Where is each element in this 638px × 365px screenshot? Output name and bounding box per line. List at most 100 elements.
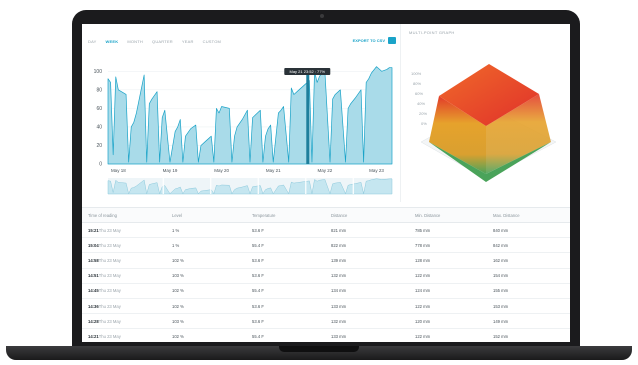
min-distance-cell: 128 mm: [415, 257, 431, 263]
tooltip-text: May 21 23:52 : 77%: [289, 69, 325, 74]
temperature-cell: 53.6 F: [252, 273, 264, 279]
time-value: 14:36: [88, 303, 99, 309]
level-cell: 103 %: [172, 273, 184, 279]
min-distance-cell: 778 mm: [415, 242, 431, 248]
time-cell: 14:28Thu 23 May: [82, 319, 166, 324]
y-tick-label: 100: [94, 69, 103, 75]
date-value: Thu 23 May: [98, 333, 121, 339]
level-chart-panel: DAY WEEK MONTH QUARTER YEAR CUSTOM EXPOR…: [82, 24, 400, 202]
level-cell: 102 %: [172, 288, 184, 294]
table-body: 15:21Thu 23 May 1 % 53.6 F 821 mm 785 mm 840 …: [82, 223, 570, 342]
distance-cell: 822 mm: [331, 242, 347, 248]
export-icon: [388, 37, 396, 44]
y-tick-label: 60: [96, 106, 102, 112]
table-row[interactable]: 14:45Thu 23 May 102 % 55.4 F 134 mm 124 mm 15…: [82, 284, 570, 299]
tab-year[interactable]: YEAR: [182, 39, 194, 44]
level-cell: 103 %: [172, 318, 184, 324]
tab-quarter[interactable]: QUARTER: [152, 39, 173, 44]
date-value: Thu 23 May: [98, 257, 121, 263]
time-value: 14:28: [88, 318, 99, 324]
date-value: Thu 23 May: [98, 273, 121, 279]
screen: DAY WEEK MONTH QUARTER YEAR CUSTOM EXPOR…: [82, 24, 570, 342]
x-tick-label: May 18: [111, 168, 126, 173]
level-area-chart[interactable]: 100 80 60 40 20 0 May 21 23:52 : 77% May 18 May …: [82, 52, 400, 202]
time-cell: 15:04Thu 23 May: [82, 243, 166, 248]
table-row[interactable]: 14:21Thu 23 May 102 % 55.4 F 133 mm 122 mm 15…: [82, 329, 570, 342]
header-min-distance[interactable]: Min. Distance: [409, 213, 487, 218]
time-value: 14:58: [88, 257, 99, 263]
surface-chart[interactable]: 100% 80% 60% 40% 20% 0%: [401, 24, 570, 202]
z-tick-label: 0%: [421, 121, 427, 126]
header-level[interactable]: Level: [166, 213, 246, 218]
table-row[interactable]: 14:36Thu 23 May 102 % 53.6 F 133 mm 122 mm 15…: [82, 299, 570, 315]
series-area: [107, 66, 393, 165]
multi-point-panel: MULTI-POINT GRAPH 100% 80% 60% 40% 20% 0%: [400, 24, 570, 202]
time-cell: 14:45Thu 23 May: [82, 288, 166, 293]
min-distance-cell: 124 mm: [415, 288, 431, 294]
temperature-cell: 53.6 F: [252, 303, 264, 309]
x-tick-label: May 20: [214, 168, 229, 173]
min-distance-cell: 122 mm: [415, 273, 431, 279]
time-cell: 14:21Thu 23 May: [82, 334, 166, 339]
table-row[interactable]: 14:58Thu 23 May 102 % 53.6 F 139 mm 128 mm 16…: [82, 253, 570, 269]
max-distance-cell: 154 mm: [493, 273, 509, 279]
time-cell: 14:51Thu 23 May: [82, 273, 166, 278]
highlight-bar: [306, 71, 310, 164]
distance-cell: 133 mm: [331, 303, 347, 309]
temperature-cell: 55.4 F: [252, 288, 264, 294]
header-max-distance[interactable]: Max. Distance: [487, 213, 570, 218]
header-distance[interactable]: Distance: [325, 213, 409, 218]
distance-cell: 133 mm: [331, 333, 347, 339]
max-distance-cell: 155 mm: [493, 288, 509, 294]
export-csv-button[interactable]: EXPORT TO CSV: [353, 37, 396, 44]
tab-week[interactable]: WEEK: [106, 39, 119, 44]
max-distance-cell: 840 mm: [493, 227, 509, 233]
distance-cell: 132 mm: [331, 318, 347, 324]
laptop-frame: DAY WEEK MONTH QUARTER YEAR CUSTOM EXPOR…: [0, 0, 638, 365]
header-time[interactable]: Time of reading: [82, 213, 166, 218]
table-row[interactable]: 15:21Thu 23 May 1 % 53.6 F 821 mm 785 mm 840 …: [82, 223, 570, 239]
date-value: Thu 23 May: [98, 242, 121, 248]
min-distance-cell: 122 mm: [415, 303, 431, 309]
min-distance-cell: 785 mm: [415, 227, 431, 233]
temperature-cell: 53.6 F: [252, 318, 264, 324]
level-cell: 102 %: [172, 303, 184, 309]
surface-title: MULTI-POINT GRAPH: [409, 30, 455, 35]
distance-cell: 132 mm: [331, 273, 347, 279]
table-row[interactable]: 14:51Thu 23 May 103 % 53.6 F 132 mm 122 mm 15…: [82, 269, 570, 284]
table-row[interactable]: 15:04Thu 23 May 1 % 55.4 F 822 mm 778 mm 842 …: [82, 238, 570, 254]
table-row[interactable]: 14:28Thu 23 May 103 % 53.6 F 132 mm 120 mm 14…: [82, 314, 570, 330]
tab-custom[interactable]: CUSTOM: [203, 39, 221, 44]
time-cell: 14:58Thu 23 May: [82, 258, 166, 263]
table-header: Time of reading Level Temperature Distan…: [82, 207, 570, 223]
camera-dot: [320, 14, 324, 18]
y-tick-label: 20: [96, 143, 102, 149]
time-value: 14:45: [88, 288, 99, 294]
header-temperature[interactable]: Temperature: [246, 213, 325, 218]
date-value: Thu 23 May: [98, 303, 121, 309]
temperature-cell: 55.4 F: [252, 242, 264, 248]
max-distance-cell: 842 mm: [493, 242, 509, 248]
time-value: 15:04: [88, 242, 99, 248]
date-value: Thu 23 May: [98, 318, 121, 324]
chart-tooltip: May 21 23:52 : 77%: [284, 68, 331, 75]
time-value: 15:21: [88, 227, 99, 233]
tab-month[interactable]: MONTH: [127, 39, 143, 44]
z-tick-label: 80%: [413, 81, 421, 86]
time-value: 14:21: [88, 333, 99, 339]
period-tabs: DAY WEEK MONTH QUARTER YEAR CUSTOM: [88, 39, 221, 44]
export-label: EXPORT TO CSV: [352, 38, 385, 43]
distance-cell: 134 mm: [331, 288, 347, 294]
distance-cell: 139 mm: [331, 257, 347, 263]
x-tick-label: May 21: [266, 168, 281, 173]
y-tick-label: 80: [96, 87, 102, 93]
date-value: Thu 23 May: [98, 288, 121, 294]
z-tick-label: 100%: [411, 71, 422, 76]
time-cell: 15:21Thu 23 May: [82, 228, 166, 233]
max-distance-cell: 152 mm: [493, 333, 509, 339]
max-distance-cell: 149 mm: [493, 318, 509, 324]
tab-day[interactable]: DAY: [88, 39, 97, 44]
z-tick-label: 60%: [415, 91, 423, 96]
min-distance-cell: 120 mm: [415, 318, 431, 324]
temperature-cell: 53.6 F: [252, 257, 264, 263]
